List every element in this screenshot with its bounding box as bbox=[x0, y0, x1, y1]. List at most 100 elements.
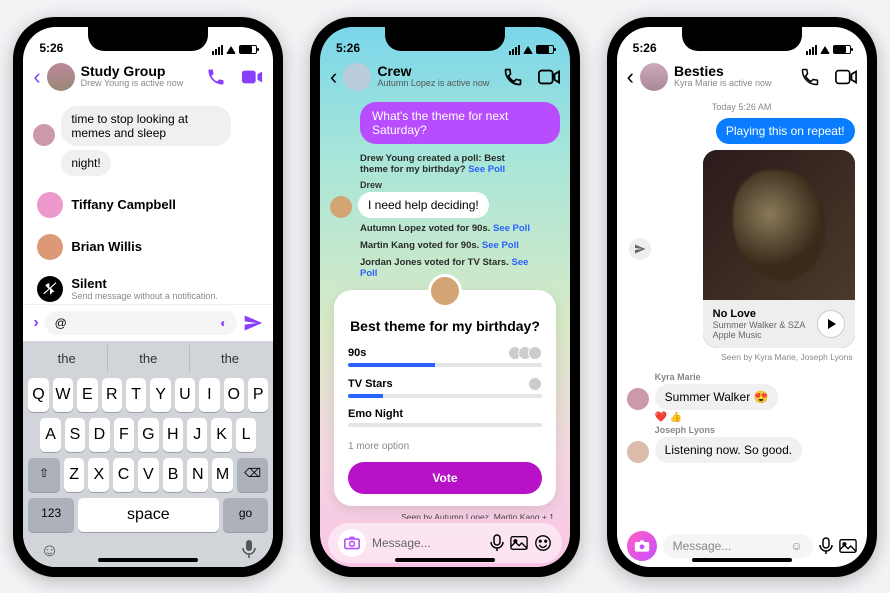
key-q[interactable]: Q bbox=[28, 378, 48, 412]
call-icon[interactable] bbox=[799, 66, 821, 88]
home-indicator[interactable] bbox=[395, 558, 495, 562]
chat-title: Study Group bbox=[81, 64, 184, 78]
backspace-key[interactable]: ⌫ bbox=[237, 458, 268, 492]
sender-avatar[interactable] bbox=[627, 441, 649, 463]
key-o[interactable]: O bbox=[224, 378, 244, 412]
key-h[interactable]: H bbox=[163, 418, 183, 452]
message-input[interactable]: Message... bbox=[372, 536, 484, 550]
poll-more[interactable]: 1 more option bbox=[348, 437, 542, 456]
send-icon[interactable] bbox=[243, 313, 263, 333]
key-i[interactable]: I bbox=[199, 378, 219, 412]
key-z[interactable]: Z bbox=[64, 458, 85, 492]
back-icon[interactable]: ‹ bbox=[330, 64, 337, 90]
key-t[interactable]: T bbox=[126, 378, 146, 412]
chat-title-block[interactable]: Besties Kyra Marie is active now bbox=[674, 64, 772, 89]
video-icon[interactable] bbox=[241, 66, 263, 88]
play-button[interactable] bbox=[817, 310, 845, 338]
message-bubble[interactable]: Listening now. So good. bbox=[655, 437, 802, 463]
shift-key[interactable]: ⇧ bbox=[28, 458, 59, 492]
see-poll-link[interactable]: See Poll bbox=[493, 223, 530, 234]
message-bubble[interactable]: I need help deciding! bbox=[358, 192, 489, 218]
see-poll-link[interactable]: See Poll bbox=[468, 164, 505, 175]
chat-title-block[interactable]: Crew Autumn Lopez is active now bbox=[377, 64, 489, 89]
mention-option-silent[interactable]: Silent Send message without a notificati… bbox=[23, 268, 273, 304]
key-s[interactable]: S bbox=[65, 418, 85, 452]
message-list: time to stop looking at memes and sleep … bbox=[23, 98, 273, 304]
mention-option[interactable]: Brian Willis bbox=[23, 226, 273, 268]
chat-avatar[interactable] bbox=[640, 63, 668, 91]
back-icon[interactable]: ‹ bbox=[627, 64, 634, 90]
key-n[interactable]: N bbox=[187, 458, 208, 492]
camera-button[interactable] bbox=[338, 529, 366, 557]
key-v[interactable]: V bbox=[138, 458, 159, 492]
sticker-icon[interactable] bbox=[534, 534, 552, 552]
key-b[interactable]: B bbox=[163, 458, 184, 492]
suggestion[interactable]: the bbox=[26, 345, 108, 372]
key-a[interactable]: A bbox=[40, 418, 60, 452]
suggestion[interactable]: the bbox=[108, 345, 190, 372]
chat-avatar[interactable] bbox=[47, 63, 75, 91]
key-g[interactable]: G bbox=[138, 418, 158, 452]
message-bubble[interactable]: night! bbox=[61, 150, 110, 176]
gallery-icon[interactable] bbox=[510, 535, 528, 551]
key-r[interactable]: R bbox=[102, 378, 122, 412]
key-e[interactable]: E bbox=[77, 378, 97, 412]
message-bubble-self[interactable]: What's the theme for next Saturday? bbox=[360, 102, 560, 144]
mic-icon[interactable] bbox=[819, 537, 833, 555]
dictate-key[interactable] bbox=[242, 540, 256, 561]
key-w[interactable]: W bbox=[53, 378, 73, 412]
chat-avatar[interactable] bbox=[343, 63, 371, 91]
space-key[interactable]: space bbox=[78, 498, 219, 532]
home-indicator[interactable] bbox=[692, 558, 792, 562]
chat-title-block[interactable]: Study Group Drew Young is active now bbox=[81, 64, 184, 89]
system-event: Autumn Lopez voted for 90s. See Poll bbox=[320, 220, 570, 237]
video-icon[interactable] bbox=[538, 66, 560, 88]
key-l[interactable]: L bbox=[236, 418, 256, 452]
key-j[interactable]: J bbox=[187, 418, 207, 452]
message-input[interactable]: Message... ☺ bbox=[663, 534, 813, 558]
gallery-icon[interactable] bbox=[839, 538, 857, 554]
expand-icon[interactable]: › bbox=[33, 314, 38, 332]
key-d[interactable]: D bbox=[89, 418, 109, 452]
key-x[interactable]: X bbox=[88, 458, 109, 492]
call-icon[interactable] bbox=[502, 66, 524, 88]
sender-avatar[interactable] bbox=[627, 388, 649, 410]
key-k[interactable]: K bbox=[211, 418, 231, 452]
poll-card[interactable]: Best theme for my birthday? 90sTV StarsE… bbox=[334, 290, 556, 506]
sticker-icon[interactable]: ☺ bbox=[790, 539, 802, 553]
music-attachment[interactable]: No Love Summer Walker & SZA Apple Music bbox=[703, 150, 855, 348]
sender-avatar[interactable] bbox=[330, 196, 352, 218]
key-p[interactable]: P bbox=[248, 378, 268, 412]
key-f[interactable]: F bbox=[114, 418, 134, 452]
home-indicator[interactable] bbox=[98, 558, 198, 562]
suggestion-row: the the the bbox=[26, 345, 270, 372]
back-icon[interactable]: ‹ bbox=[33, 64, 40, 90]
key-m[interactable]: M bbox=[212, 458, 233, 492]
emoji-key[interactable]: ☺ bbox=[40, 540, 58, 561]
key-y[interactable]: Y bbox=[150, 378, 170, 412]
vote-button[interactable]: Vote bbox=[348, 462, 542, 494]
key-c[interactable]: C bbox=[113, 458, 134, 492]
camera-button[interactable] bbox=[627, 531, 657, 561]
see-poll-link[interactable]: See Poll bbox=[482, 240, 519, 251]
video-icon[interactable] bbox=[835, 66, 857, 88]
suggestion[interactable]: the bbox=[190, 345, 271, 372]
go-key[interactable]: go bbox=[223, 498, 269, 532]
message-bubble[interactable]: time to stop looking at memes and sleep bbox=[61, 106, 231, 146]
message-input[interactable]: @ ◐ bbox=[45, 311, 238, 335]
mention-option[interactable]: Tiffany Campbell bbox=[23, 184, 273, 226]
poll-option[interactable]: TV Stars bbox=[348, 377, 542, 398]
poll-option[interactable]: 90s bbox=[348, 346, 542, 367]
share-icon[interactable] bbox=[629, 238, 651, 260]
call-icon[interactable] bbox=[205, 66, 227, 88]
reactions[interactable]: ❤️ 👍 bbox=[617, 412, 867, 423]
message-bubble[interactable]: Summer Walker 😍 bbox=[655, 384, 779, 410]
numbers-key[interactable]: 123 bbox=[28, 498, 74, 532]
sticker-icon[interactable]: ◐ bbox=[220, 316, 227, 330]
mention-name: Brian Willis bbox=[71, 239, 142, 254]
message-bubble-self[interactable]: Playing this on repeat! bbox=[716, 118, 855, 144]
key-u[interactable]: U bbox=[175, 378, 195, 412]
sender-avatar[interactable] bbox=[33, 124, 55, 146]
mic-icon[interactable] bbox=[490, 534, 504, 552]
poll-option[interactable]: Emo Night bbox=[348, 408, 542, 427]
